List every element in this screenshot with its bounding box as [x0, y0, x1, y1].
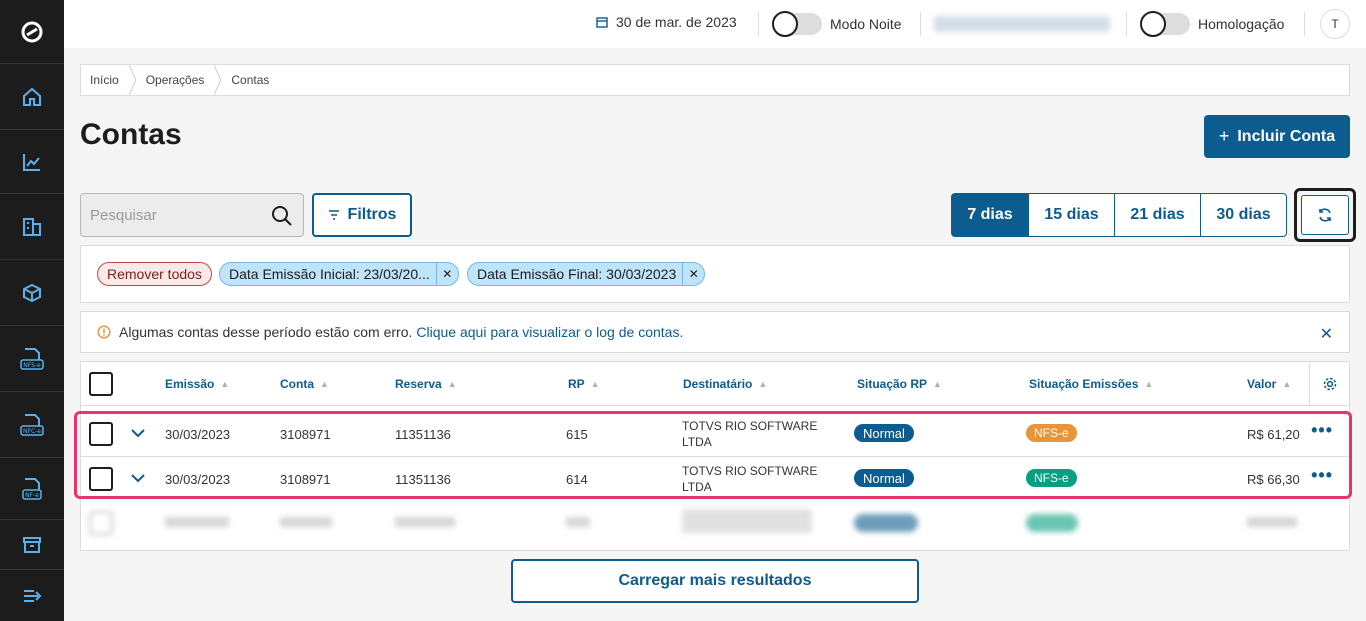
nfse-icon[interactable]: NFS-e	[0, 326, 64, 392]
night-mode-label: Modo Noite	[830, 16, 902, 32]
remove-all-filters-chip[interactable]: Remover todos	[97, 262, 212, 286]
table-row-obscured	[81, 500, 1349, 544]
plus-icon: +	[1218, 126, 1230, 146]
homologation-toggle[interactable]	[1140, 11, 1190, 37]
status-badge: Normal	[854, 469, 914, 487]
table-row[interactable]: 30/03/2023 3108971 11351136 615 TOTVS RI…	[81, 412, 1349, 456]
divider	[758, 12, 759, 36]
accounts-table: Emissão ▲ Conta ▲ Reserva ▲ RP ▲ Destinatári…	[80, 361, 1350, 551]
cell-valor: R$ 66,30	[1247, 472, 1300, 487]
active-filters-panel: Remover todos Data Emissão Inicial: 23/0…	[80, 245, 1350, 303]
avatar[interactable]: T	[1320, 9, 1350, 39]
svg-text:NFC-e: NFC-e	[23, 428, 41, 435]
column-situacao-rp[interactable]: Situação RP ▲	[857, 377, 942, 391]
svg-text:NFS-e: NFS-e	[23, 362, 41, 369]
column-emissao[interactable]: Emissão ▲	[165, 377, 229, 391]
building-icon[interactable]	[0, 194, 64, 260]
select-all-checkbox[interactable]	[89, 372, 113, 396]
cell-emissao: 30/03/2023	[165, 427, 231, 442]
filter-chip-end-date: Data Emissão Final: 30/03/2023 ✕	[467, 262, 706, 286]
error-log-link[interactable]: Clique aqui para visualizar o log de con…	[416, 324, 683, 340]
cell-valor: R$ 61,20	[1247, 427, 1300, 442]
nfe-icon[interactable]: NF-e	[0, 458, 64, 520]
cell-reserva: 11351136	[395, 427, 451, 442]
period-selector: 7 dias 15 dias 21 dias 30 dias	[951, 193, 1287, 237]
homologation-label: Homologação	[1198, 16, 1285, 32]
date-text: 30 de mar. de 2023	[616, 14, 737, 30]
error-alert: Algumas contas desse período estão com e…	[80, 311, 1350, 353]
status-badge: Normal	[854, 424, 914, 442]
row-checkbox[interactable]	[89, 467, 113, 491]
filters-button[interactable]: Filtros	[312, 193, 412, 237]
alert-message: Algumas contas desse período estão com e…	[119, 324, 413, 340]
chart-icon[interactable]	[0, 130, 64, 194]
breadcrumb-item-operacoes[interactable]: Operações	[137, 65, 223, 95]
divider	[920, 12, 921, 36]
blurred-company-name	[934, 16, 1110, 32]
period-7-days[interactable]: 7 dias	[951, 193, 1029, 237]
chevron-down-icon[interactable]	[131, 473, 145, 483]
column-destinatario[interactable]: Destinatário ▲	[683, 377, 767, 391]
night-mode-toggle[interactable]	[772, 11, 822, 37]
chevron-down-icon[interactable]	[131, 428, 145, 438]
page-title: Contas	[80, 118, 182, 151]
sidebar: NFS-e NFC-e NF-e	[0, 0, 64, 621]
period-15-days[interactable]: 15 dias	[1028, 193, 1115, 237]
cell-destinatario: TOTVS RIO SOFTWARE LTDA	[682, 464, 818, 494]
table-settings[interactable]	[1309, 362, 1349, 406]
breadcrumb-item-inicio[interactable]: Início	[81, 65, 137, 95]
column-conta[interactable]: Conta ▲	[280, 377, 329, 391]
add-account-button[interactable]: + Incluir Conta	[1204, 115, 1350, 158]
emission-status-badge: NFS-e	[1026, 424, 1077, 442]
totvs-logo-icon[interactable]	[0, 0, 64, 64]
row-checkbox[interactable]	[89, 422, 113, 446]
close-icon[interactable]: ✕	[1320, 324, 1333, 344]
cell-rp: 615	[566, 427, 588, 442]
cell-reserva: 11351136	[395, 472, 451, 487]
column-situacao-emissoes[interactable]: Situação Emissões ▲	[1029, 377, 1153, 391]
cell-rp: 614	[566, 472, 588, 487]
more-actions-icon[interactable]: •••	[1311, 465, 1333, 486]
period-30-days[interactable]: 30 dias	[1200, 193, 1287, 237]
archive-icon[interactable]	[0, 520, 64, 570]
gear-icon	[1323, 377, 1336, 391]
breadcrumb-item-contas: Contas	[231, 73, 270, 87]
breadcrumb: Início Operações Contas	[80, 64, 1350, 96]
cell-emissao: 30/03/2023	[165, 472, 231, 487]
expand-menu-icon[interactable]	[0, 570, 64, 621]
cell-destinatario: TOTVS RIO SOFTWARE LTDA	[682, 419, 818, 449]
warning-icon	[97, 325, 111, 339]
load-more-button[interactable]: Carregar mais resultados	[511, 559, 919, 603]
nfce-icon[interactable]: NFC-e	[0, 392, 64, 458]
current-date: 30 de mar. de 2023	[596, 14, 737, 30]
filter-icon	[328, 210, 339, 220]
search-input[interactable]	[81, 194, 261, 236]
divider	[1126, 12, 1127, 36]
home-icon[interactable]	[0, 64, 64, 130]
refresh-button[interactable]	[1294, 188, 1356, 242]
search-icon[interactable]	[271, 205, 293, 227]
divider	[1304, 12, 1305, 36]
column-rp[interactable]: RP ▲	[568, 377, 600, 391]
topbar: 30 de mar. de 2023 Modo Noite Homologaçã…	[64, 0, 1366, 48]
refresh-icon	[1319, 208, 1331, 222]
column-reserva[interactable]: Reserva ▲	[395, 377, 457, 391]
calendar-icon	[596, 17, 608, 28]
close-icon[interactable]: ✕	[682, 263, 704, 285]
close-icon[interactable]: ✕	[435, 263, 458, 285]
emission-status-badge: NFS-e	[1026, 469, 1077, 487]
table-header: Emissão ▲ Conta ▲ Reserva ▲ RP ▲ Destinatári…	[81, 362, 1349, 406]
search-box	[80, 193, 304, 237]
box-icon[interactable]	[0, 260, 64, 326]
column-valor[interactable]: Valor ▲	[1247, 377, 1291, 391]
cell-conta: 3108971	[280, 472, 331, 487]
table-row[interactable]: 30/03/2023 3108971 11351136 614 TOTVS RI…	[81, 456, 1349, 500]
svg-text:NF-e: NF-e	[25, 492, 39, 499]
cell-conta: 3108971	[280, 427, 331, 442]
period-21-days[interactable]: 21 dias	[1114, 193, 1201, 237]
filter-chip-start-date: Data Emissão Inicial: 23/03/20... ✕	[219, 262, 459, 286]
more-actions-icon[interactable]: •••	[1311, 420, 1333, 441]
